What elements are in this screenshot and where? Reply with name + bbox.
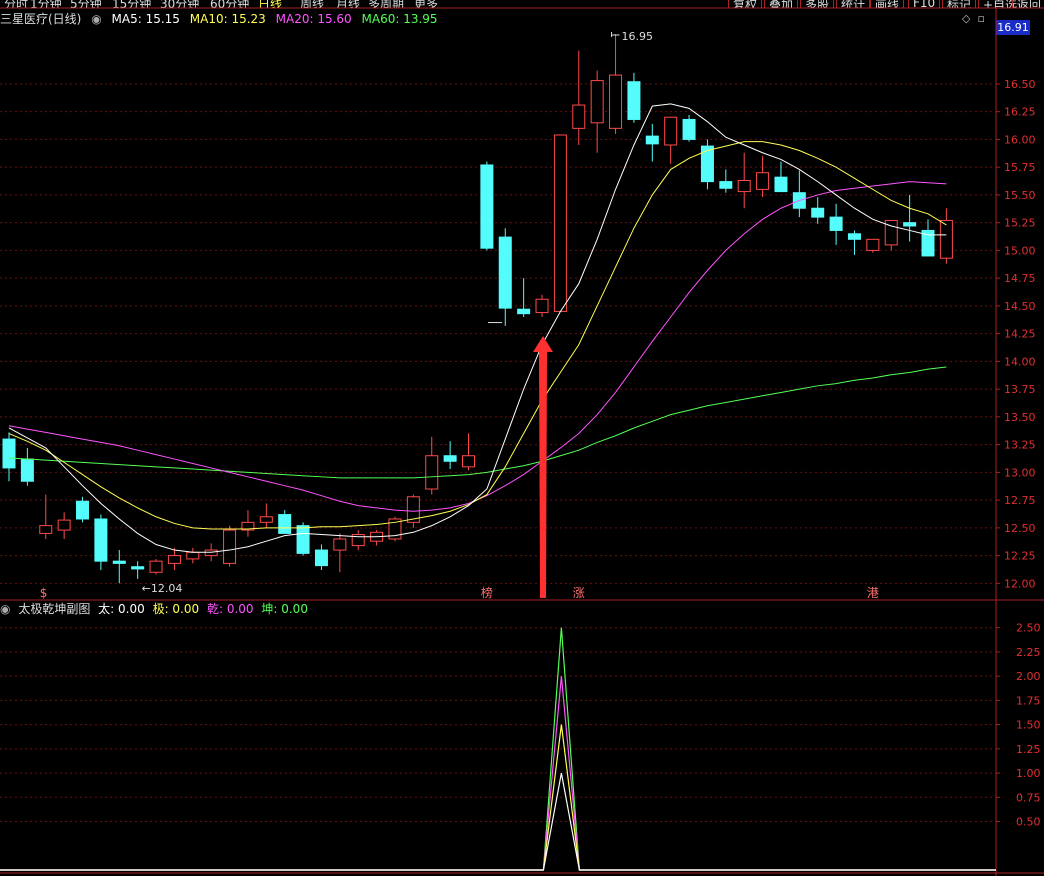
price-tick-label: 15.00 <box>1004 244 1036 257</box>
sub-tick-label: 2.00 <box>1016 670 1041 683</box>
price-tick-label: 14.00 <box>1004 355 1036 368</box>
candle-body <box>847 233 861 240</box>
candle-body <box>627 81 641 120</box>
candle-body <box>57 519 71 531</box>
candle-body <box>462 455 475 468</box>
candle-body <box>535 298 549 314</box>
price-tick-label: 14.25 <box>1004 328 1036 341</box>
candle-body <box>2 438 16 469</box>
candle-body <box>314 549 328 567</box>
candle-body <box>517 308 531 315</box>
price-tick-label: 14.50 <box>1004 300 1036 313</box>
candle-body <box>756 172 770 190</box>
event-marker: 涨 <box>573 585 585 600</box>
sub-tick-label: 0.75 <box>1016 791 1041 804</box>
price-tick-label: 12.00 <box>1004 577 1036 590</box>
ma5-line <box>8 103 947 553</box>
candle-body <box>609 74 623 129</box>
candle-body <box>186 551 200 560</box>
candle-body <box>39 525 53 534</box>
candle-body <box>572 104 586 129</box>
low-price-label: ←12.04 <box>142 582 183 595</box>
candle-body <box>112 560 126 564</box>
candle-body <box>700 145 714 183</box>
candle-body <box>498 236 512 309</box>
candle-body <box>259 516 273 523</box>
price-tick-label: 16.50 <box>1004 78 1036 91</box>
candle-body <box>719 181 733 189</box>
ma20-line <box>8 181 947 512</box>
event-marker: 港 <box>867 586 879 600</box>
candle-body <box>664 116 678 146</box>
sub-tick-label: 1.75 <box>1016 694 1041 707</box>
candle-body <box>223 529 237 564</box>
candle-body <box>20 458 34 482</box>
candle-body <box>204 549 218 557</box>
candle-body <box>829 216 843 231</box>
candle-body <box>774 176 788 193</box>
price-tick-label: 12.25 <box>1004 550 1036 563</box>
ma60-line <box>8 366 947 479</box>
candle-body <box>811 207 825 218</box>
sub-tick-label: 1.50 <box>1016 719 1041 732</box>
candle-body <box>866 238 880 251</box>
candle-body <box>443 455 457 462</box>
price-tick-label: 13.75 <box>1004 383 1036 396</box>
sub-tick-label: 2.25 <box>1016 646 1041 659</box>
sub-tick-label: 0.50 <box>1016 816 1041 829</box>
candle-body <box>278 514 292 534</box>
candle-body <box>333 538 347 551</box>
price-tick-label: 14.75 <box>1004 272 1036 285</box>
candle-body <box>645 135 659 145</box>
price-tick-label: 13.50 <box>1004 411 1036 424</box>
signal-arrow <box>533 336 554 598</box>
sub-tick-label: 1.25 <box>1016 743 1041 756</box>
price-tick-label: 13.25 <box>1004 439 1036 452</box>
price-tick-label: 12.75 <box>1004 494 1036 507</box>
price-tick-label: 16.25 <box>1004 106 1036 119</box>
price-tick-label: 15.50 <box>1004 189 1036 202</box>
sub-tick-label: 2.50 <box>1016 622 1041 635</box>
candle-body <box>76 500 90 520</box>
event-marker: $ <box>40 586 48 600</box>
candle-body <box>149 560 163 573</box>
candle-body <box>94 518 108 562</box>
high-price-label: 16.95 <box>622 30 654 43</box>
candle-body <box>425 455 439 490</box>
price-tick-label: 16.00 <box>1004 133 1036 146</box>
candle-body <box>296 525 310 554</box>
candle-body <box>590 80 604 124</box>
candle-body <box>553 134 567 312</box>
candle-body <box>903 222 917 227</box>
price-tick-label: 13.00 <box>1004 466 1036 479</box>
candle-body <box>167 555 181 564</box>
sub-tick-label: 1.00 <box>1016 767 1041 780</box>
price-tick-label: 15.75 <box>1004 161 1036 174</box>
candle-body <box>682 118 696 140</box>
candle-body <box>480 164 494 249</box>
candle-body <box>737 179 751 193</box>
kline-chart[interactable]: 12.00 12.25 12.50 12.75 13.00 13.25 13.50 13.75… <box>0 0 1044 876</box>
price-tick-label: 15.25 <box>1004 217 1036 230</box>
candle-body <box>131 566 145 570</box>
event-marker: 榜 <box>481 585 493 600</box>
price-tick-label: 12.50 <box>1004 522 1036 535</box>
candle-body <box>939 219 953 259</box>
